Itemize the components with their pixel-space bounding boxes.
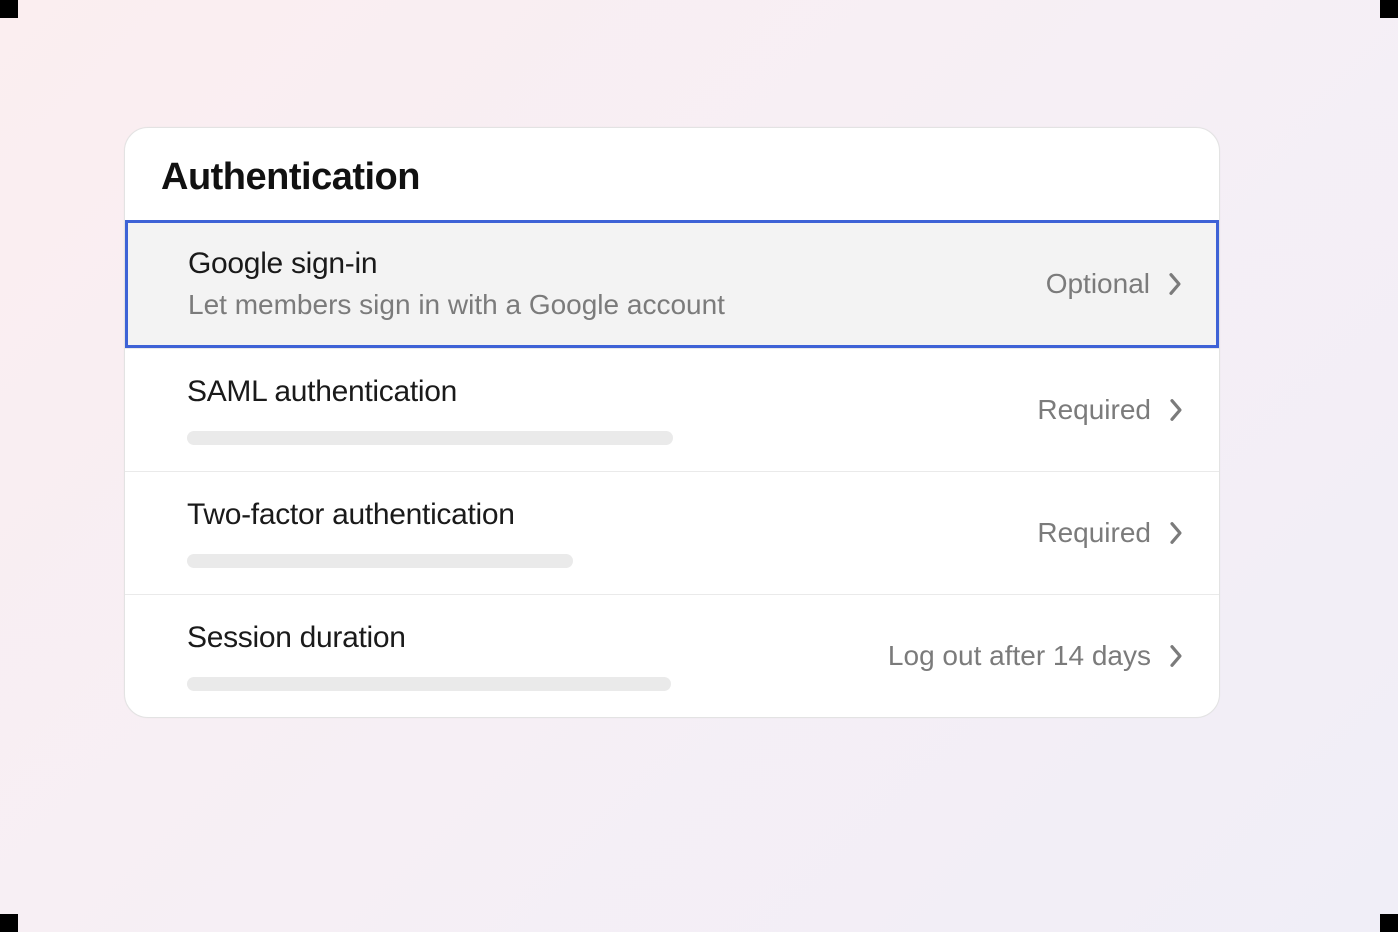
row-value: Log out after 14 days [888, 640, 1151, 672]
row-title: Google sign-in [188, 247, 1046, 281]
panel-title: Authentication [161, 156, 1183, 199]
row-google-sign-in[interactable]: Google sign-in Let members sign in with … [125, 220, 1219, 348]
row-description: Let members sign in with a Google accoun… [188, 289, 1046, 321]
row-right: Required [1037, 394, 1183, 426]
panel-header: Authentication [125, 128, 1219, 221]
row-right: Required [1037, 517, 1183, 549]
row-description-placeholder [187, 554, 573, 568]
chevron-right-icon [1168, 272, 1182, 296]
row-description-placeholder [187, 431, 673, 445]
row-value: Optional [1046, 268, 1150, 300]
row-title: Two-factor authentication [187, 498, 1037, 532]
row-content: Session duration [187, 621, 888, 691]
row-value: Required [1037, 394, 1151, 426]
corner-marker [0, 914, 18, 932]
corner-marker [1380, 0, 1398, 18]
row-value: Required [1037, 517, 1151, 549]
row-title: SAML authentication [187, 375, 1037, 409]
row-saml-authentication[interactable]: SAML authentication Required [125, 348, 1219, 471]
row-session-duration[interactable]: Session duration Log out after 14 days [125, 594, 1219, 717]
row-content: SAML authentication [187, 375, 1037, 445]
row-content: Two-factor authentication [187, 498, 1037, 568]
chevron-right-icon [1169, 644, 1183, 668]
corner-marker [0, 0, 18, 18]
row-description-placeholder [187, 677, 671, 691]
row-two-factor-authentication[interactable]: Two-factor authentication Required [125, 471, 1219, 594]
row-right: Optional [1046, 268, 1182, 300]
authentication-panel: Authentication Google sign-in Let member… [124, 127, 1220, 718]
corner-marker [1380, 914, 1398, 932]
row-right: Log out after 14 days [888, 640, 1183, 672]
chevron-right-icon [1169, 521, 1183, 545]
row-title: Session duration [187, 621, 888, 655]
row-content: Google sign-in Let members sign in with … [188, 247, 1046, 321]
chevron-right-icon [1169, 398, 1183, 422]
